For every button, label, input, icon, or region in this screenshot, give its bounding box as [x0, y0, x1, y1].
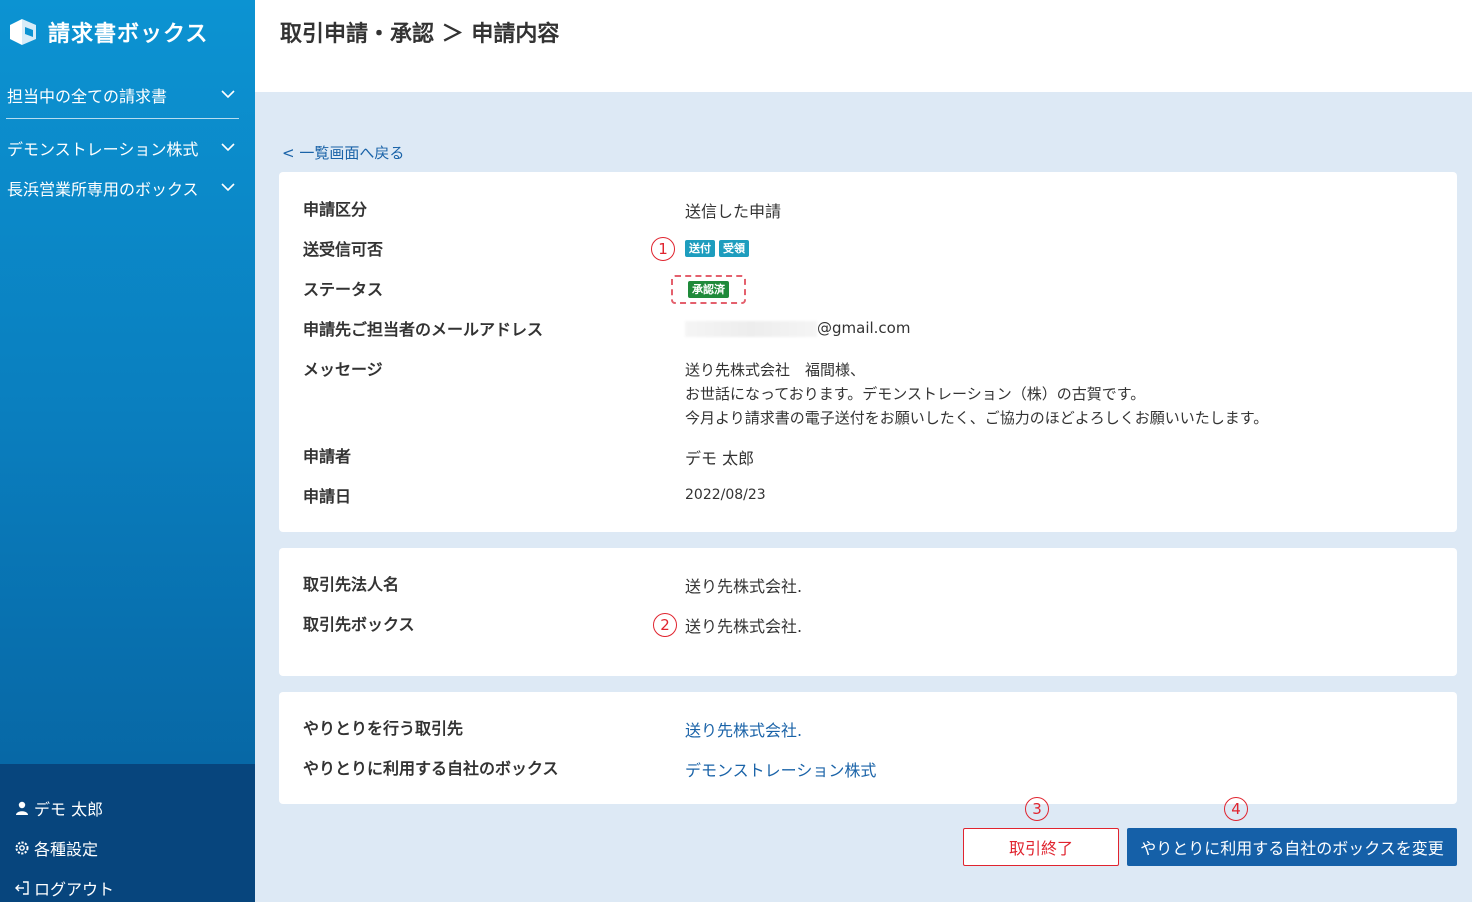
sidebar-item-all-invoices[interactable]: 担当中の全ての請求書: [0, 77, 255, 113]
date-row: 申請日: [303, 482, 351, 508]
masked-email-local: [685, 320, 817, 337]
date-value: 2022/08/23: [685, 487, 766, 503]
logo-icon: [10, 19, 36, 45]
message-line: 送り先株式会社 福間様、: [685, 361, 866, 379]
email-value: @gmail.com: [685, 319, 910, 337]
exchange-partner-link[interactable]: 送り先株式会社.: [685, 717, 802, 741]
request-type-row: 申請区分: [303, 195, 367, 221]
message-line: 今月より請求書の電子送付をお願いしたく、ご協力のほどよろしくお願いいたします。: [685, 409, 1269, 427]
divider: [6, 118, 239, 119]
send-badge: 送付: [685, 240, 715, 257]
email-domain: @gmail.com: [817, 319, 911, 337]
exchange-card: やりとりを行う取引先 送り先株式会社. やりとりに利用する自社のボックス デモン…: [279, 692, 1457, 804]
applicant-label: 申請者: [303, 447, 352, 466]
partner-corp-label: 取引先法人名: [303, 575, 400, 594]
annotation-4: 4: [1224, 795, 1248, 821]
applicant-row: 申請者: [303, 442, 351, 468]
chevron-down-icon: [221, 143, 235, 152]
request-detail-card: 申請区分 送信した申請 送受信可否 1 送付 受領 ステータス 承認済 申請先ご…: [279, 172, 1457, 532]
user-menu[interactable]: デモ 太郎: [14, 794, 103, 822]
partner-box-label: 取引先ボックス: [303, 615, 415, 634]
status-highlight: 承認済: [671, 275, 746, 304]
receive-badge: 受領: [719, 240, 749, 257]
message-line: お世話になっております。デモンストレーション（株）の古賀です。: [685, 385, 1146, 403]
logout-icon: [15, 881, 29, 895]
email-row: 申請先ご担当者のメールアドレス: [303, 315, 543, 341]
own-box-link[interactable]: デモンストレーション株式: [685, 757, 876, 781]
partner-corp-value: 送り先株式会社.: [685, 577, 803, 596]
email-label: 申請先ご担当者のメールアドレス: [303, 320, 544, 339]
sidebar-item-label: 長浜営業所専用のボックス: [7, 180, 199, 199]
own-box-row: やりとりに利用する自社のボックス: [303, 754, 559, 780]
sidebar-item-nagahama-box[interactable]: 長浜営業所専用のボックス: [0, 170, 255, 206]
request-type-value: 送信した申請: [685, 202, 782, 221]
status-row: ステータス: [303, 275, 383, 301]
exchange-partner-row: やりとりを行う取引先: [303, 714, 463, 740]
app-name: 請求書ボックス: [48, 22, 209, 47]
partner-box-row: 取引先ボックス: [303, 610, 415, 636]
message-row: メッセージ: [303, 355, 383, 381]
back-to-list-link[interactable]: < 一覧画面へ戻る: [282, 142, 404, 163]
end-transaction-button[interactable]: 取引終了: [963, 828, 1119, 866]
logout-label: ログアウト: [34, 880, 115, 899]
applicant-value: デモ 太郎: [685, 449, 755, 468]
settings-label: 各種設定: [34, 840, 99, 859]
gear-icon: [15, 841, 29, 855]
request-type-label: 申請区分: [303, 200, 368, 219]
partner-card: 取引先法人名 送り先株式会社. 取引先ボックス 2 送り先株式会社.: [279, 548, 1457, 676]
settings-link[interactable]: 各種設定: [14, 834, 98, 862]
message-label: メッセージ: [303, 360, 383, 379]
status-label: ステータス: [303, 280, 384, 299]
status-badge: 承認済: [688, 281, 729, 298]
send-receive-label: 送受信可否: [303, 240, 384, 259]
partner-corp-row: 取引先法人名: [303, 570, 399, 596]
sidebar-item-label: デモンストレーション株式: [7, 140, 199, 159]
logout-link[interactable]: ログアウト: [14, 874, 114, 902]
exchange-partner-label: やりとりを行う取引先: [303, 719, 464, 738]
app-logo[interactable]: 請求書ボックス: [6, 14, 208, 50]
sidebar-item-demonstration[interactable]: デモンストレーション株式: [0, 130, 255, 166]
sidebar: 請求書ボックス 担当中の全ての請求書 デモンストレーション株式 長浜営業所専用の…: [0, 0, 255, 902]
date-label: 申請日: [303, 487, 352, 506]
send-receive-row: 送受信可否: [303, 235, 383, 261]
user-icon: [16, 801, 28, 815]
sidebar-footer: デモ 太郎 各種設定 ログアウト: [0, 764, 255, 902]
send-receive-badges: 送付 受領: [685, 240, 749, 257]
sidebar-item-label: 担当中の全ての請求書: [7, 87, 168, 106]
chevron-down-icon: [221, 90, 235, 99]
user-name: デモ 太郎: [34, 800, 104, 819]
own-box-label: やりとりに利用する自社のボックス: [303, 759, 559, 778]
page-header: 取引申請・承認 ＞ 申請内容: [255, 0, 1472, 92]
change-own-box-button[interactable]: やりとりに利用する自社のボックスを変更: [1127, 828, 1457, 866]
message-body: 送り先株式会社 福間様、 お世話になっております。デモンストレーション（株）の古…: [685, 358, 1268, 430]
page-title: 取引申請・承認 ＞ 申請内容: [280, 22, 560, 47]
annotation-3: 3: [1025, 795, 1049, 821]
partner-box-value: 送り先株式会社.: [685, 617, 803, 636]
annotation-2: 2: [653, 611, 677, 637]
chevron-down-icon: [221, 183, 235, 192]
annotation-1: 1: [651, 235, 675, 261]
